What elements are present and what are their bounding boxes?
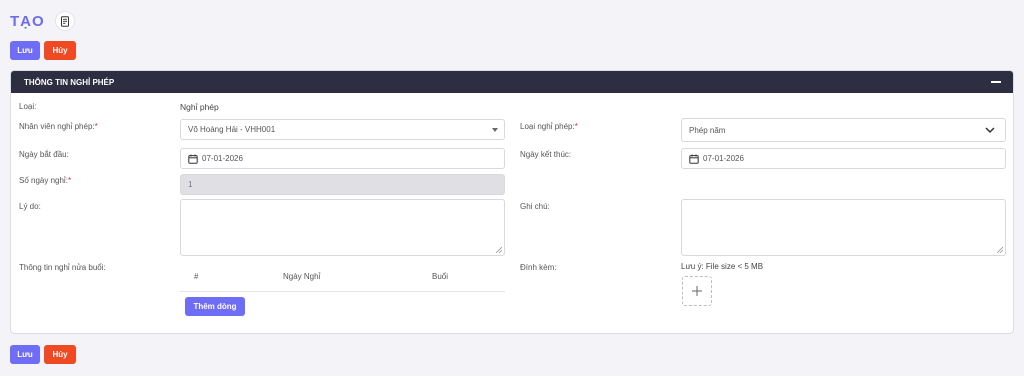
leave-type-select-value: Phép năm: [689, 125, 726, 135]
panel-title: THÔNG TIN NGHỈ PHÉP: [24, 77, 115, 87]
save-button-top[interactable]: Lưu: [10, 41, 40, 60]
note-textarea[interactable]: [681, 199, 1006, 256]
attachment-hint: Lưu ý: File size < 5 MB: [681, 262, 764, 271]
employee-select[interactable]: Võ Hoàng Hải - VHH001: [180, 119, 505, 140]
end-date-value: 07-01-2026: [703, 154, 744, 163]
start-date-label: Ngày bắt đầu:: [19, 150, 69, 159]
leave-info-panel: THÔNG TIN NGHỈ PHÉP Loại: Nghỉ phép Nhân…: [10, 70, 1014, 334]
end-date-input[interactable]: 07-01-2026: [681, 148, 1006, 169]
collapse-icon[interactable]: [991, 81, 1001, 83]
table-divider: [180, 291, 505, 292]
page-header: TẠO: [10, 11, 75, 31]
save-button-bottom[interactable]: Lưu: [10, 345, 40, 364]
upload-button[interactable]: [682, 276, 712, 306]
column-header-index: #: [194, 272, 199, 281]
calendar-icon: [188, 154, 198, 164]
employee-label: Nhân viên nghỉ phép:*: [19, 122, 98, 131]
note-label: Ghi chú:: [520, 202, 550, 211]
caret-down-icon: [492, 128, 498, 132]
leave-type-select[interactable]: Phép năm: [681, 118, 1006, 142]
plus-icon: [692, 286, 702, 296]
add-row-button[interactable]: Thêm dòng: [185, 297, 245, 316]
notes-icon[interactable]: [54, 11, 75, 31]
days-off-label: Số ngày nghỉ:*: [19, 176, 72, 185]
type-label: Loại:: [19, 102, 37, 111]
panel-header: THÔNG TIN NGHỈ PHÉP: [11, 71, 1013, 93]
start-date-value: 07-01-2026: [202, 154, 243, 163]
attachment-label: Đính kèm:: [520, 263, 557, 272]
resize-handle-icon[interactable]: [496, 247, 502, 253]
calendar-icon: [689, 154, 699, 164]
start-date-input[interactable]: 07-01-2026: [180, 148, 505, 169]
cancel-button-top[interactable]: Hủy: [44, 41, 76, 60]
days-off-input: 1: [180, 174, 505, 195]
reason-label: Lý do:: [19, 202, 41, 211]
column-header-date: Ngày Nghỉ: [283, 272, 321, 281]
leave-type-label: Loại nghỉ phép:*: [520, 122, 578, 131]
chevron-down-icon: [985, 127, 995, 134]
cancel-button-bottom[interactable]: Hủy: [44, 345, 76, 364]
half-day-label: Thông tin nghỉ nửa buổi:: [19, 263, 106, 272]
page-title: TẠO: [10, 12, 45, 30]
resize-handle-icon[interactable]: [997, 247, 1003, 253]
reason-textarea[interactable]: [180, 199, 505, 256]
days-off-value: 1: [188, 180, 193, 189]
type-value: Nghỉ phép: [180, 102, 219, 112]
column-header-session: Buổi: [432, 272, 449, 281]
employee-select-value: Võ Hoàng Hải - VHH001: [188, 125, 276, 134]
end-date-label: Ngày kết thúc:: [520, 150, 572, 159]
